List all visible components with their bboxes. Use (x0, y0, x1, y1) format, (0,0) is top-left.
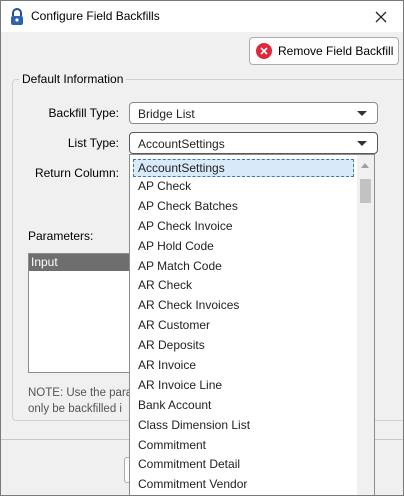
dropdown-option[interactable]: Commitment Detail (130, 455, 358, 475)
close-icon (375, 11, 387, 22)
padlock-icon (11, 8, 23, 25)
dropdown-option[interactable]: Class Dimension List (130, 416, 358, 436)
remove-field-backfill-label: Remove Field Backfill (278, 44, 394, 58)
chevron-down-icon (357, 111, 367, 116)
dropdown-scrollbar[interactable] (357, 155, 374, 495)
window-title: Configure Field Backfills (31, 9, 160, 23)
backfill-type-label: Backfill Type: (48, 106, 119, 120)
dropdown-option[interactable]: AR Deposits (130, 336, 358, 356)
dropdown-option[interactable]: AR Invoice Line (130, 376, 358, 396)
parameters-grid[interactable]: Input (28, 253, 138, 373)
dropdown-option[interactable]: AR Customer (130, 316, 358, 336)
dropdown-option[interactable]: Commitment (130, 436, 358, 456)
note-line-2: only be backfilled i (28, 403, 122, 415)
list-type-select[interactable]: AccountSettings (129, 132, 378, 154)
list-type-value: AccountSettings (138, 137, 225, 151)
return-column-label: Return Column: (34, 166, 119, 180)
backfill-type-select[interactable]: Bridge List (129, 102, 378, 124)
parameters-column-header[interactable]: Input (29, 254, 137, 271)
dropdown-option[interactable]: AP Check Batches (130, 197, 358, 217)
remove-field-backfill-button[interactable]: Remove Field Backfill (249, 37, 399, 65)
dropdown-option[interactable]: AccountSettings (133, 159, 354, 177)
dropdown-options: AccountSettings AP Check AP Check Batches A… (130, 155, 358, 495)
dropdown-option[interactable]: Commitment Vendor (130, 475, 358, 495)
close-button[interactable] (359, 1, 403, 32)
parameters-label: Parameters: (28, 229, 94, 243)
remove-circle-icon (256, 43, 272, 59)
dropdown-option[interactable]: AR Invoice (130, 356, 358, 376)
scroll-thumb[interactable] (360, 179, 371, 203)
dropdown-option[interactable]: AP Check Invoice (130, 217, 358, 237)
dropdown-option[interactable]: Bank Account (130, 396, 358, 416)
title-bar: Configure Field Backfills (1, 1, 403, 32)
note-text: NOTE: Use the para only be backfilled i (28, 385, 138, 417)
dropdown-option[interactable]: AP Match Code (130, 257, 358, 277)
list-type-label: List Type: (67, 136, 119, 150)
note-line-1: NOTE: Use the para (28, 387, 133, 399)
chevron-down-icon (357, 141, 367, 146)
dropdown-option[interactable]: AR Check (130, 276, 358, 296)
backfill-type-value: Bridge List (138, 107, 195, 121)
configure-field-backfills-dialog: Configure Field Backfills Remove Field B… (0, 0, 404, 496)
dropdown-option[interactable]: AP Hold Code (130, 237, 358, 257)
dropdown-option[interactable]: AP Check (130, 177, 358, 197)
list-type-dropdown[interactable]: AccountSettings AP Check AP Check Batches A… (129, 154, 375, 495)
dropdown-option[interactable]: AR Check Invoices (130, 296, 358, 316)
group-title: Default Information (19, 72, 127, 86)
scroll-up-arrow-icon[interactable] (361, 163, 369, 168)
